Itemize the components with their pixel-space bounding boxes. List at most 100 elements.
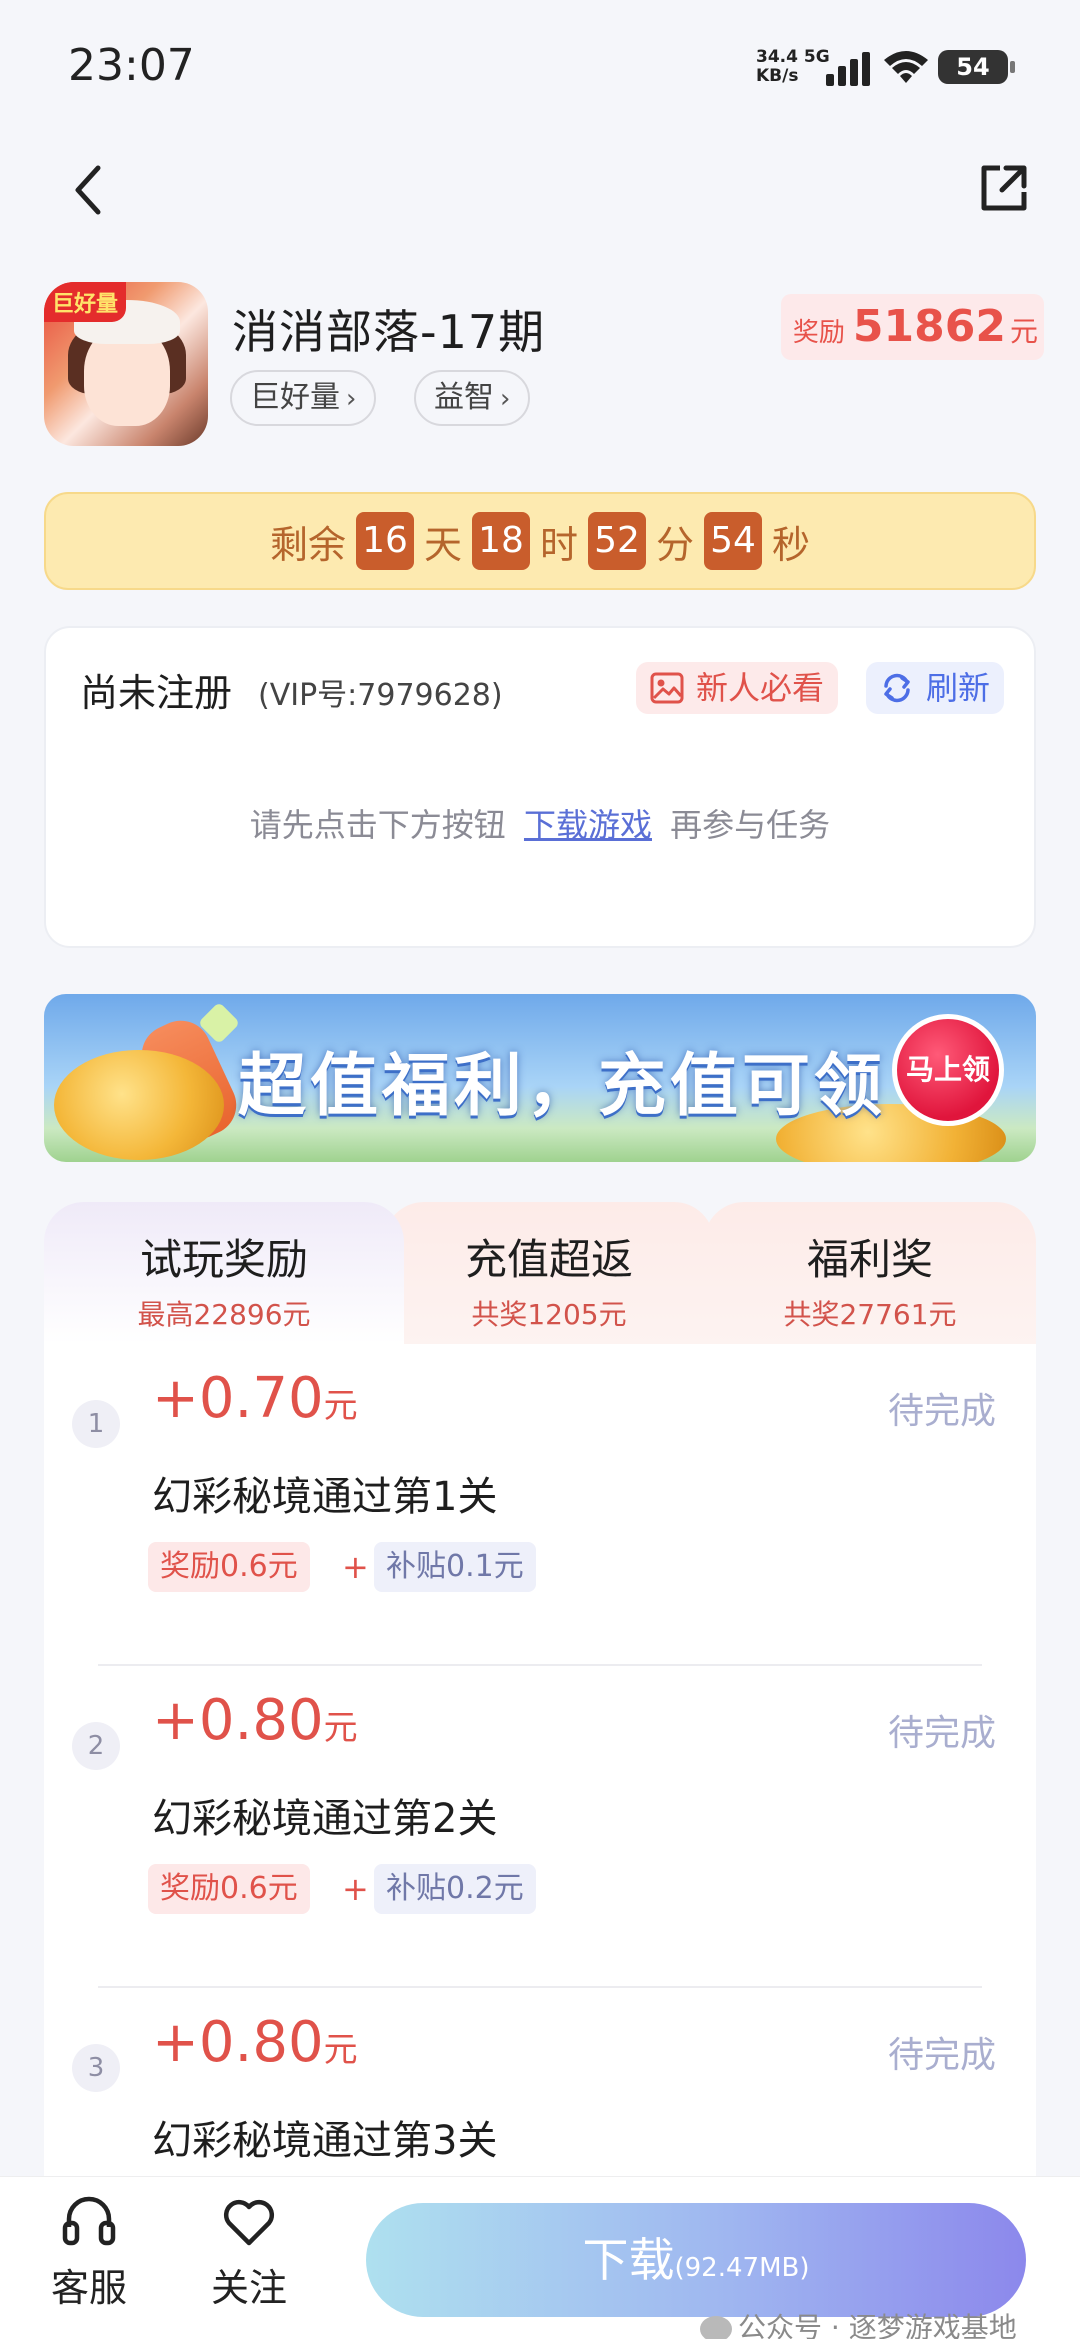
reward-unit: 元 <box>1009 315 1038 348</box>
tab-recharge-rebate[interactable]: 充值超返 共奖1205元 <box>384 1202 714 1344</box>
total-reward: 奖励 51862 元 <box>780 294 1044 360</box>
customer-service-button[interactable]: 客服 <box>34 2195 144 2312</box>
reward-amount: 51862 <box>852 301 1006 352</box>
registration-hint: 请先点击下方按钮 下载游戏 再参与任务 <box>46 800 1034 846</box>
task-status: 待完成 <box>887 1391 996 1432</box>
follow-label: 关注 <box>210 2266 287 2310</box>
download-game-link[interactable]: 下载游戏 <box>524 806 652 844</box>
tab-trial-rewards[interactable]: 试玩奖励 最高22896元 <box>44 1202 404 1344</box>
task-amount-value: +0.80 <box>152 2010 324 2075</box>
task-item[interactable]: 2 +0.80元 待完成 幻彩秘境通过第2关 奖励0.6元 + 补贴0.2元 <box>44 1666 1036 1988</box>
vip-number: (VIP号:7979628) <box>258 678 503 713</box>
newbie-guide-button[interactable]: 新人必看 <box>636 662 839 714</box>
task-amount: +0.70元 <box>152 1366 358 1431</box>
customer-service-label: 客服 <box>50 2266 127 2310</box>
countdown-days: 16 <box>355 512 414 570</box>
hint-before: 请先点击下方按钮 <box>249 806 506 844</box>
task-index: 3 <box>72 2044 120 2092</box>
game-icon-badge: 巨好量 <box>44 282 127 322</box>
heart-icon <box>223 2199 275 2246</box>
newbie-guide-label: 新人必看 <box>696 669 825 707</box>
registration-status: 尚未注册 <box>80 671 233 715</box>
net-speed-unit: KB/s <box>756 66 799 86</box>
registration-card: 尚未注册 (VIP号:7979628) 新人必看 刷新 请先点击下方按钮 下载游… <box>44 626 1036 948</box>
watermark: 公众号 · 逐梦游戏基地 <box>700 2306 1017 2339</box>
tag-publisher[interactable]: 巨好量 › <box>230 370 377 426</box>
subsidy-chip: 补贴0.2元 <box>374 1864 536 1914</box>
task-amount: +0.80元 <box>152 2010 358 2075</box>
hint-after: 再参与任务 <box>670 806 831 844</box>
task-amount-unit: 元 <box>323 2030 358 2070</box>
refresh-icon <box>884 673 910 703</box>
reward-label: 奖励 <box>792 318 845 348</box>
game-icon[interactable]: 巨好量 <box>44 282 208 446</box>
task-amount-value: +0.80 <box>152 1688 324 1753</box>
chevron-right-icon: › <box>346 384 357 414</box>
download-button[interactable]: 下载(92.47MB) <box>366 2203 1026 2317</box>
banner-claim-button[interactable]: 马上领 <box>892 1014 1004 1126</box>
tag-label: 巨好量 <box>250 380 340 415</box>
task-amount: +0.80元 <box>152 1688 358 1753</box>
status-time: 23:07 <box>68 40 195 91</box>
wechat-icon <box>700 2316 732 2339</box>
plus-sign: + <box>342 1870 369 1908</box>
task-item[interactable]: 1 +0.70元 待完成 幻彩秘境通过第1关 奖励0.6元 + 补贴0.1元 <box>44 1344 1036 1666</box>
reward-chip: 奖励0.6元 <box>148 1542 310 1592</box>
countdown-prefix: 剩余 <box>269 522 346 567</box>
task-index: 1 <box>72 1400 120 1448</box>
task-amount-unit: 元 <box>323 1386 358 1426</box>
refresh-button[interactable]: 刷新 <box>866 662 1005 714</box>
refresh-label: 刷新 <box>926 669 991 707</box>
tab-sub: 共奖1205元 <box>471 1298 627 1331</box>
net-speed-value: 34.4 <box>756 47 798 67</box>
download-size: (92.47MB) <box>674 2253 810 2283</box>
tab-title: 福利奖 <box>806 1235 933 1284</box>
chevron-right-icon: › <box>500 384 511 414</box>
tab-welfare[interactable]: 福利奖 共奖27761元 <box>704 1202 1036 1344</box>
follow-button[interactable]: 关注 <box>194 2195 304 2312</box>
task-amount-unit: 元 <box>323 1708 358 1748</box>
plus-sign: + <box>342 1548 369 1586</box>
task-description: 幻彩秘境通过第2关 <box>152 1796 498 1842</box>
countdown-hours-label: 时 <box>539 522 578 567</box>
share-external-icon[interactable] <box>974 158 1034 218</box>
status-bar: 23:07 34.4 5G KB/s 54 <box>0 0 1080 130</box>
tab-title: 试玩奖励 <box>139 1235 308 1284</box>
banner-text: 超值福利，充值可领 <box>238 1047 887 1126</box>
promo-banner[interactable]: 超值福利，充值可领 马上领 <box>44 994 1036 1162</box>
download-label: 下载 <box>582 2233 675 2287</box>
image-icon <box>650 672 684 704</box>
battery-icon: 54 <box>938 50 1015 84</box>
countdown-bar: 剩余 16 天 18 时 52 分 54 秒 <box>44 492 1036 590</box>
subsidy-chip: 补贴0.1元 <box>374 1542 536 1592</box>
task-amount-value: +0.70 <box>152 1366 324 1431</box>
cellular-signal-icon <box>826 52 874 86</box>
watermark-text: 公众号 · 逐梦游戏基地 <box>738 2311 1017 2339</box>
countdown-minutes-label: 分 <box>656 522 695 567</box>
countdown-days-label: 天 <box>423 522 462 567</box>
tab-sub: 最高22896元 <box>137 1298 311 1331</box>
countdown-hours: 18 <box>471 512 530 570</box>
task-status: 待完成 <box>887 1713 996 1754</box>
wifi-icon <box>884 51 928 83</box>
headset-icon <box>62 2196 116 2246</box>
nav-bar <box>0 140 1080 240</box>
task-status: 待完成 <box>887 2035 996 2076</box>
task-list: 1 +0.70元 待完成 幻彩秘境通过第1关 奖励0.6元 + 补贴0.1元 2… <box>44 1344 1036 2184</box>
tab-sub: 共奖27761元 <box>783 1298 957 1331</box>
countdown-minutes: 52 <box>588 512 646 570</box>
countdown-seconds: 54 <box>704 512 763 570</box>
tab-title: 充值超返 <box>464 1235 633 1284</box>
chevron-left-icon[interactable] <box>66 162 110 218</box>
tag-label: 益智 <box>434 380 494 415</box>
reward-tabs: 福利奖 共奖27761元 充值超返 共奖1205元 试玩奖励 最高22896元 <box>44 1202 1036 1344</box>
task-description: 幻彩秘境通过第1关 <box>152 1474 498 1520</box>
reward-chip: 奖励0.6元 <box>148 1864 310 1914</box>
task-index: 2 <box>72 1722 120 1770</box>
tag-category[interactable]: 益智 › <box>414 370 531 426</box>
network-speed: 34.4 5G KB/s <box>756 48 830 86</box>
countdown-seconds-label: 秒 <box>772 522 811 567</box>
game-header: 巨好量 消消部落-17期 巨好量 › 益智 › 奖励 51862 元 <box>44 280 1044 450</box>
game-title: 消消部落-17期 <box>232 305 546 359</box>
task-description: 幻彩秘境通过第3关 <box>152 2118 498 2164</box>
